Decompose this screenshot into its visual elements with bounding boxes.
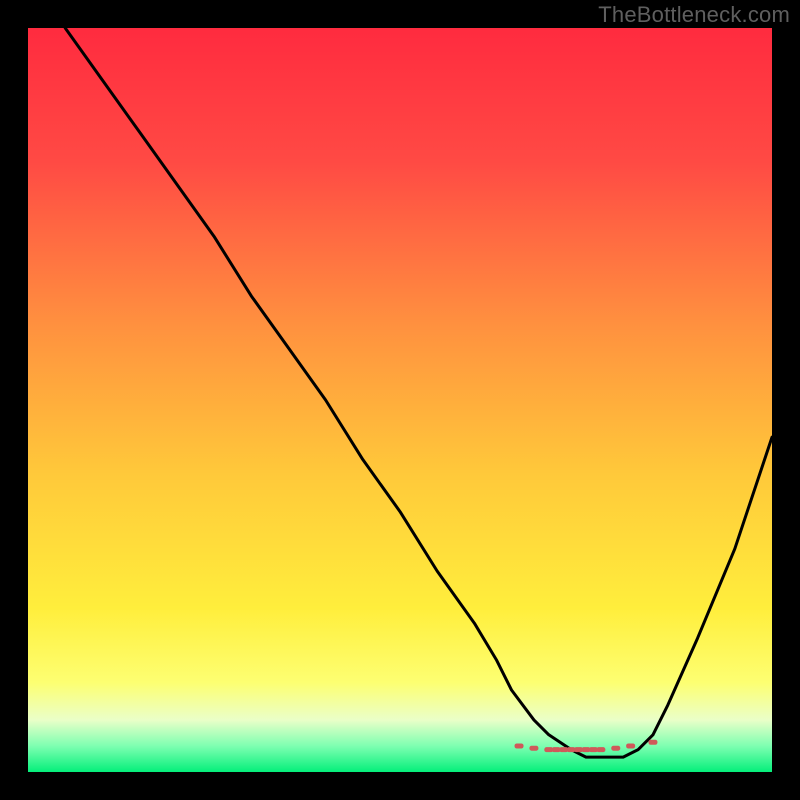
optimal-range-marker — [648, 740, 657, 745]
optimal-range-marker — [626, 743, 635, 748]
optimal-range-marker — [611, 746, 620, 751]
chart-gradient-background — [28, 28, 772, 772]
optimal-range-marker — [596, 747, 605, 752]
chart-frame: TheBottleneck.com — [0, 0, 800, 800]
optimal-range-marker — [515, 743, 524, 748]
chart-svg — [28, 28, 772, 772]
optimal-range-marker — [529, 746, 538, 751]
plot-area — [28, 28, 772, 772]
watermark-text: TheBottleneck.com — [598, 2, 790, 28]
